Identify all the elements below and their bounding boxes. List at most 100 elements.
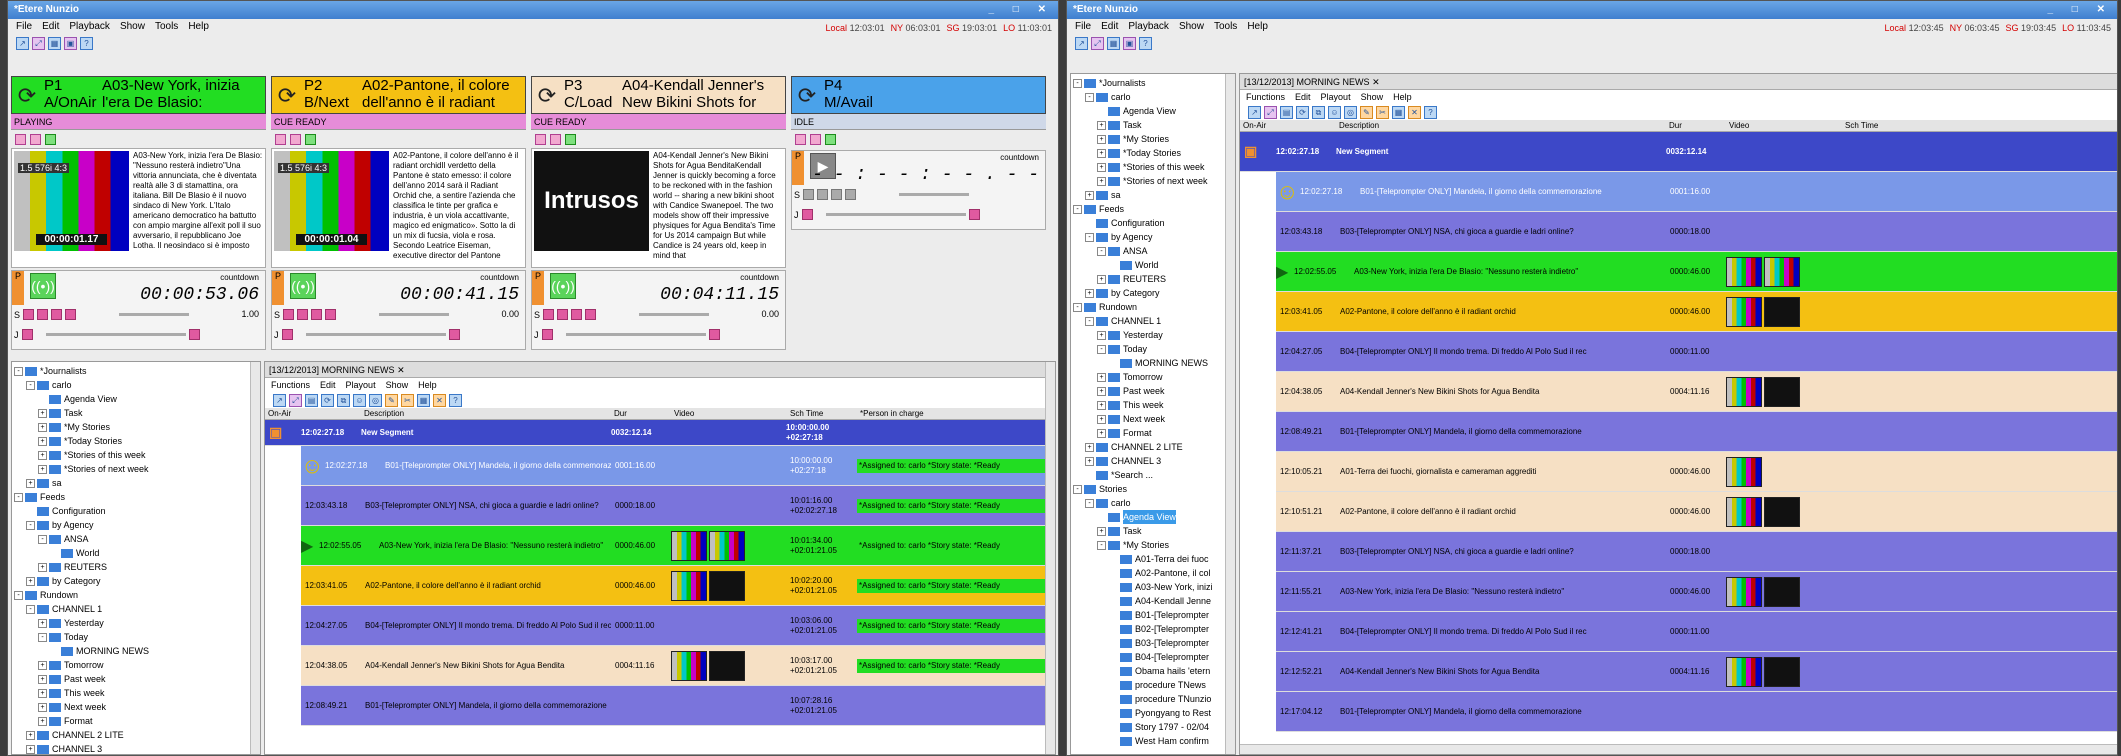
settings-icon[interactable] — [825, 133, 836, 145]
jog-forward-button[interactable] — [188, 329, 200, 340]
tree-item[interactable]: A04-Kendall Jenne — [1073, 594, 1233, 608]
import-icon[interactable]: ↗ — [1248, 105, 1261, 119]
video-thumbnail[interactable] — [709, 650, 745, 681]
tree-item[interactable]: + Task — [1073, 524, 1233, 538]
tree-item[interactable]: + Next week — [1073, 412, 1233, 426]
table-row[interactable]: ▣ 12:02:27.18 New Segment 0032:12.14 — [1240, 132, 2117, 172]
close-icon[interactable]: ✕ — [1372, 77, 1380, 87]
expand-icon[interactable]: + — [38, 408, 47, 418]
tree-item[interactable]: + *Stories of next week — [1073, 174, 1233, 188]
tree-item[interactable]: + Format — [14, 714, 258, 728]
expand-icon[interactable]: + — [1085, 288, 1094, 298]
jog-forward-button[interactable] — [968, 209, 980, 220]
expand-icon[interactable]: + — [1097, 428, 1106, 438]
menu-tools[interactable]: Tools — [1214, 19, 1237, 35]
collapse-icon[interactable]: - — [1085, 316, 1094, 326]
table-row[interactable]: ☺ 12:02:27.18 B01-[Teleprompter ONLY] Mand… — [301, 446, 1055, 486]
video-thumbnail[interactable] — [1764, 256, 1800, 287]
collapse-icon[interactable]: - — [1085, 232, 1094, 242]
help-cursor-icon[interactable]: ? — [449, 393, 462, 407]
collapse-icon[interactable]: - — [14, 590, 23, 600]
play-button[interactable] — [297, 309, 309, 320]
tree-item[interactable]: + CHANNEL 2 LITE — [14, 728, 258, 742]
cut-icon[interactable]: ✂ — [1376, 105, 1389, 119]
user-icon[interactable]: ☺ — [1328, 105, 1341, 119]
tree-item[interactable]: + CHANNEL 2 LITE — [1073, 440, 1233, 454]
table-row[interactable]: ▣ 12:02:27.18 New Segment 0032:12.14 10:00:0… — [265, 420, 1055, 446]
tree-item[interactable]: Agenda View — [1073, 510, 1233, 524]
tree-item[interactable]: A02-Pantone, il col — [1073, 566, 1233, 580]
video-thumbnail[interactable] — [1726, 576, 1762, 607]
import-icon[interactable]: ↗ — [273, 393, 286, 407]
tree-item[interactable]: West Ham confirm — [1073, 734, 1233, 748]
collapse-icon[interactable]: - — [1085, 498, 1094, 508]
collapse-icon[interactable]: - — [14, 366, 23, 376]
collapse-icon[interactable]: - — [1097, 246, 1106, 256]
expand-icon[interactable]: + — [38, 436, 47, 446]
globe-icon[interactable]: ◎ — [369, 393, 382, 407]
collapse-icon[interactable]: - — [1073, 302, 1082, 312]
expand-icon[interactable]: + — [1097, 414, 1106, 424]
rundown-menu-edit[interactable]: Edit — [1295, 90, 1311, 104]
expand-icon[interactable]: + — [1097, 120, 1106, 130]
channel-header[interactable]: ⟳ P2 B/Next A02-Pantone, il colore dell'ann… — [271, 76, 526, 114]
collapse-icon[interactable]: - — [1073, 204, 1082, 214]
rate-slider[interactable] — [639, 313, 710, 316]
fastforward-button[interactable] — [831, 189, 843, 200]
rundown-scrollbar[interactable] — [1045, 362, 1055, 754]
menu-show[interactable]: Show — [1179, 19, 1204, 35]
tree-item[interactable]: + This week — [1073, 398, 1233, 412]
table-row[interactable]: 12:08:49.21 B01-[Teleprompter ONLY] Mande… — [1276, 412, 2117, 452]
rundown-menu-show[interactable]: Show — [1361, 90, 1384, 104]
menu-edit[interactable]: Edit — [42, 19, 59, 35]
expand-icon[interactable]: + — [1097, 274, 1106, 284]
tree-item[interactable]: - carlo — [14, 378, 258, 392]
tree-item[interactable]: - ANSA — [1073, 244, 1233, 258]
layout-icon[interactable]: ▦ — [1107, 36, 1120, 50]
new-icon[interactable]: ↗ — [16, 36, 29, 50]
tree-item[interactable]: + *Stories of this week — [14, 448, 258, 462]
jog-slider[interactable] — [825, 213, 966, 216]
tree-item[interactable]: A01-Terra dei fuoc — [1073, 552, 1233, 566]
lock-icon[interactable] — [550, 133, 561, 145]
tree-item[interactable]: B01-[Teleprompter — [1073, 608, 1233, 622]
lock-icon[interactable] — [810, 133, 821, 145]
channel-header[interactable]: ⟳ P1 A/OnAir A03-New York, inizia l'era De … — [11, 76, 266, 114]
rewind-button[interactable] — [23, 309, 35, 320]
edit-icon[interactable]: ✎ — [1360, 105, 1373, 119]
video-thumbnail[interactable] — [1726, 656, 1762, 687]
col-sch-time[interactable]: Sch Time — [787, 408, 857, 419]
rewind-button[interactable] — [803, 189, 815, 200]
rate-slider[interactable] — [379, 313, 450, 316]
rewind-button[interactable] — [543, 309, 555, 320]
video-thumbnail[interactable] — [1726, 456, 1762, 487]
table-row[interactable]: 12:04:38.05 A04-Kendall Jenner's New Biki… — [1276, 372, 2117, 412]
video-thumbnail[interactable] — [1726, 376, 1762, 407]
collapse-icon[interactable]: - — [1085, 92, 1094, 102]
rundown-tab[interactable]: [13/12/2013] MORNING NEWS ✕ — [1240, 74, 2117, 90]
video-thumbnail[interactable] — [1764, 376, 1800, 407]
pause-button[interactable] — [845, 189, 857, 200]
table-row[interactable]: 12:11:37.21 B03-[Teleprompter ONLY] NSA, … — [1276, 532, 2117, 572]
copy-icon[interactable]: ⧉ — [1312, 105, 1325, 119]
tree-item[interactable]: - CHANNEL 1 — [14, 602, 258, 616]
tree-item[interactable]: Agenda View — [1073, 104, 1233, 118]
expand-icon[interactable]: + — [26, 744, 35, 754]
tree-item[interactable]: Pyongyang to Rest — [1073, 706, 1233, 720]
collapse-icon[interactable]: - — [1073, 78, 1082, 88]
table-row[interactable]: 12:04:27.05 B04-[Teleprompter ONLY] Il mo… — [301, 606, 1055, 646]
table-row[interactable]: 12:03:43.18 B03-[Teleprompter ONLY] NSA, … — [301, 486, 1055, 526]
tree-item[interactable]: + CHANNEL 3 — [1073, 454, 1233, 468]
jog-slider[interactable] — [305, 333, 446, 336]
collapse-icon[interactable]: - — [14, 492, 23, 502]
tree-item[interactable]: + Yesterday — [14, 616, 258, 630]
tree-item[interactable]: + sa — [14, 476, 258, 490]
jog-slider[interactable] — [45, 333, 186, 336]
tree-item[interactable]: + Task — [14, 406, 258, 420]
tree-item[interactable]: - Today — [1073, 342, 1233, 356]
tree-item[interactable]: Agenda View — [14, 392, 258, 406]
cut-icon[interactable]: ✂ — [401, 393, 414, 407]
expand-icon[interactable]: + — [38, 450, 47, 460]
menu-file[interactable]: File — [16, 19, 32, 35]
tree-item[interactable]: + *My Stories — [1073, 132, 1233, 146]
